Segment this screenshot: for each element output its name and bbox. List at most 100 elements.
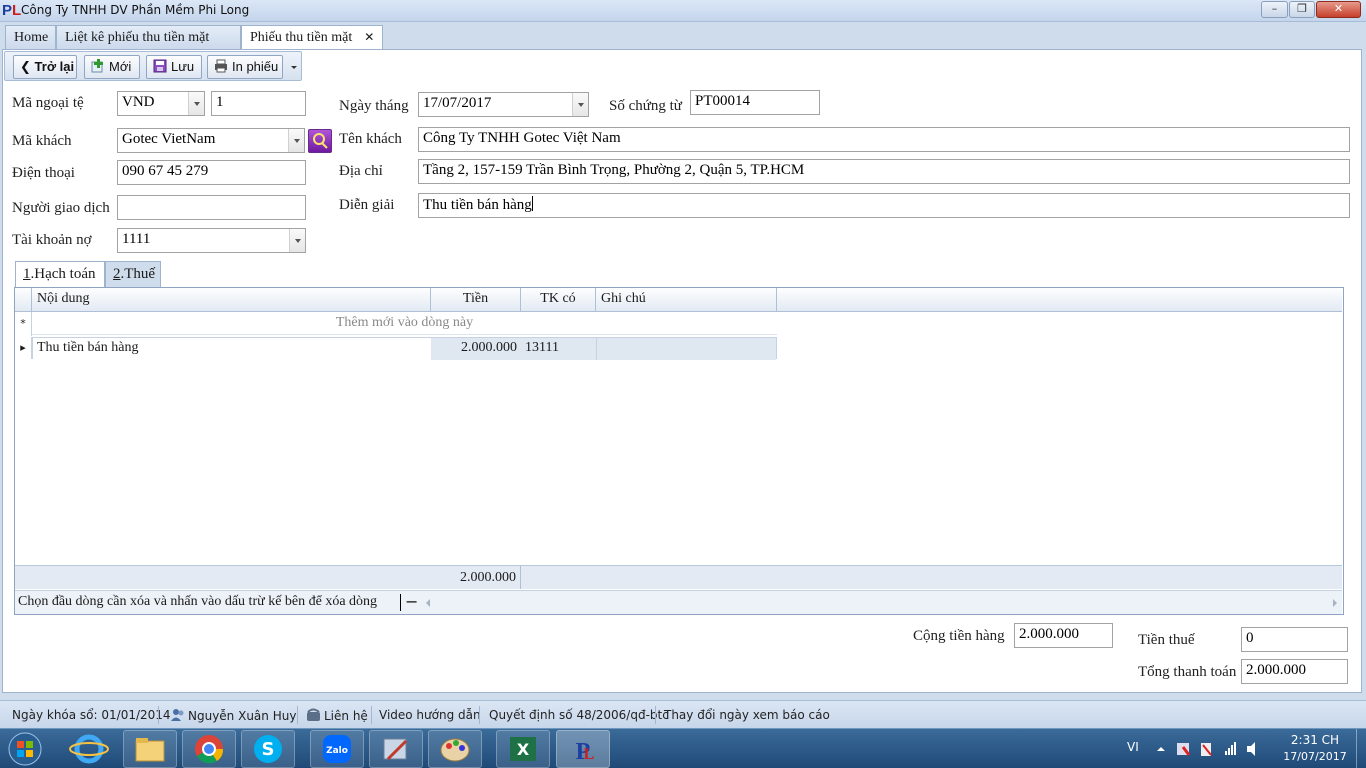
currency-value: VND — [122, 94, 155, 110]
subtotal-label: Cộng tiền hàng — [913, 628, 1005, 644]
row-content-cell[interactable]: Thu tiền bán hàng — [33, 338, 431, 360]
contact-person-field[interactable] — [117, 195, 306, 220]
delete-hint-text: Chọn đầu dòng cần xóa và nhấn vào dấu tr… — [18, 594, 378, 609]
phone-label: Điện thoại — [12, 165, 75, 181]
voucher-number-field[interactable]: PT00014 — [690, 90, 820, 115]
language-indicator[interactable]: VI — [1127, 740, 1139, 754]
clock-date[interactable]: 17/07/2017 — [1280, 750, 1350, 763]
row-indicator-icon[interactable]: ▸ — [15, 337, 32, 359]
back-button[interactable]: ❮ Trở lại — [13, 55, 77, 79]
column-amount[interactable]: Tiền — [431, 288, 521, 312]
column-content[interactable]: Nội dung — [32, 288, 431, 312]
tools-icon[interactable] — [369, 730, 423, 768]
save-icon — [153, 59, 167, 73]
debit-account-select[interactable]: 1111 — [117, 228, 306, 253]
currency-select[interactable]: VND — [117, 91, 205, 116]
paint-icon[interactable] — [428, 730, 482, 768]
customer-code-value: Gotec VietNam — [122, 131, 216, 147]
start-icon[interactable] — [4, 731, 46, 767]
address-field[interactable]: Tầng 2, 157-159 Trần Bình Trọng, Phường … — [418, 159, 1350, 184]
maximize-button[interactable]: ❐ — [1289, 1, 1315, 18]
contact-link[interactable]: Liên hệ — [306, 708, 368, 723]
date-picker[interactable]: 17/07/2017 — [418, 92, 589, 117]
skype-icon[interactable]: S — [241, 730, 295, 768]
exchange-rate-field[interactable]: 1 — [211, 91, 306, 116]
search-customer-icon — [313, 133, 328, 149]
address-label: Địa chỉ — [339, 163, 383, 179]
grid-header: Nội dung Tiền TK có Ghi chú — [15, 288, 1342, 312]
clock-time[interactable]: 2:31 CH — [1282, 733, 1348, 747]
svg-text:L: L — [584, 746, 595, 763]
status-divider — [371, 706, 372, 724]
column-note[interactable]: Ghi chú — [596, 288, 777, 312]
grand-total-field[interactable]: 2.000.000 — [1241, 659, 1348, 684]
excel-icon[interactable]: X — [496, 730, 550, 768]
back-label: Trở lại — [34, 59, 75, 74]
row-credit-account-cell[interactable]: 13111 — [521, 338, 596, 360]
new-label: Mới — [109, 59, 132, 74]
print-label: In phiếu — [232, 59, 279, 74]
minimize-button[interactable]: – — [1261, 1, 1288, 18]
row-amount-cell[interactable]: 2.000.000 — [431, 338, 521, 360]
description-value: Thu tiền bán hàng — [423, 197, 532, 213]
tax-amount-field[interactable]: 0 — [1241, 627, 1348, 652]
close-tab-icon[interactable]: ✕ — [364, 30, 374, 44]
status-divider — [655, 706, 656, 724]
current-user-status[interactable]: Nguyễn Xuân Huy — [170, 708, 296, 723]
chrome-icon[interactable] — [182, 730, 236, 768]
new-row-marker[interactable]: * — [15, 312, 32, 336]
voucher-number-label: Số chứng từ — [609, 98, 682, 114]
taskbar: S Zalo X PL VI 2:31 CH 17/07/2017 — [0, 728, 1366, 768]
save-button[interactable]: Lưu — [146, 55, 202, 79]
tab-accounting[interactable]: 1.Hạch toán — [15, 261, 105, 288]
show-desktop-button[interactable] — [1356, 729, 1366, 768]
delete-row-button[interactable]: − — [405, 592, 418, 611]
header-row-selector — [15, 288, 32, 312]
video-guide-link[interactable]: Video hướng dẫn — [379, 708, 481, 722]
customer-name-field[interactable]: Công Ty TNHH Gotec Việt Nam — [418, 127, 1350, 152]
zalo-icon[interactable]: Zalo — [310, 730, 364, 768]
table-row[interactable]: Thu tiền bán hàng 2.000.000 13111 — [32, 337, 777, 360]
save-label: Lưu — [171, 59, 195, 74]
contact-link-label: Liên hệ — [324, 709, 368, 723]
decision-link[interactable]: Quyết định số 48/2006/qđ-btc — [489, 708, 669, 722]
toolbar-overflow-button[interactable] — [288, 55, 300, 79]
ie-icon[interactable] — [64, 731, 114, 767]
customer-lookup-button[interactable] — [308, 129, 332, 153]
description-label: Diễn giải — [339, 197, 395, 213]
customer-code-select[interactable]: Gotec VietNam — [117, 128, 305, 153]
tax-amount-label: Tiền thuế — [1138, 632, 1195, 648]
printer-icon — [214, 59, 228, 73]
tab-tax[interactable]: 2.Thuế — [105, 261, 161, 287]
add-icon — [91, 59, 105, 73]
close-window-button[interactable]: ✕ — [1316, 1, 1361, 18]
phone-field[interactable]: 090 67 45 279 — [117, 160, 306, 185]
chevron-down-icon[interactable] — [288, 129, 304, 152]
system-tray[interactable] — [1153, 737, 1263, 761]
footer-total-amount: 2.000.000 — [431, 566, 521, 589]
chevron-down-icon[interactable] — [188, 92, 204, 115]
svg-text:X: X — [517, 740, 530, 759]
description-field[interactable]: Thu tiền bán hàng — [418, 193, 1350, 218]
column-credit-account[interactable]: TK có — [521, 288, 596, 312]
explorer-icon[interactable] — [123, 730, 177, 768]
horizontal-scrollbar[interactable] — [422, 593, 1342, 613]
new-row-placeholder[interactable]: Thêm mới vào dòng này — [32, 313, 777, 335]
subtotal-field[interactable]: 2.000.000 — [1014, 623, 1113, 648]
tab-home[interactable]: Home — [5, 25, 56, 50]
status-divider — [479, 706, 480, 724]
row-note-cell[interactable] — [596, 338, 776, 360]
change-report-date-link[interactable]: Thay đổi ngày xem báo cáo — [664, 708, 830, 722]
status-divider — [158, 706, 159, 724]
new-button[interactable]: Mới — [84, 55, 140, 79]
customer-name-label: Tên khách — [339, 131, 402, 147]
chevron-left-icon: ❮ — [20, 60, 31, 75]
tab-receipt-list[interactable]: Liệt kê phiếu thu tiền mặt — [56, 25, 241, 50]
current-user-name: Nguyễn Xuân Huy — [188, 709, 297, 723]
tab-cash-receipt[interactable]: Phiếu thu tiền mặt ✕ — [241, 25, 383, 51]
calendar-dropdown-icon[interactable] — [572, 93, 588, 116]
chevron-down-icon[interactable] — [289, 229, 305, 252]
print-button[interactable]: In phiếu — [207, 55, 283, 79]
zalo-icon-text: Zalo — [326, 746, 348, 756]
phi-long-icon[interactable]: PL — [556, 730, 610, 768]
